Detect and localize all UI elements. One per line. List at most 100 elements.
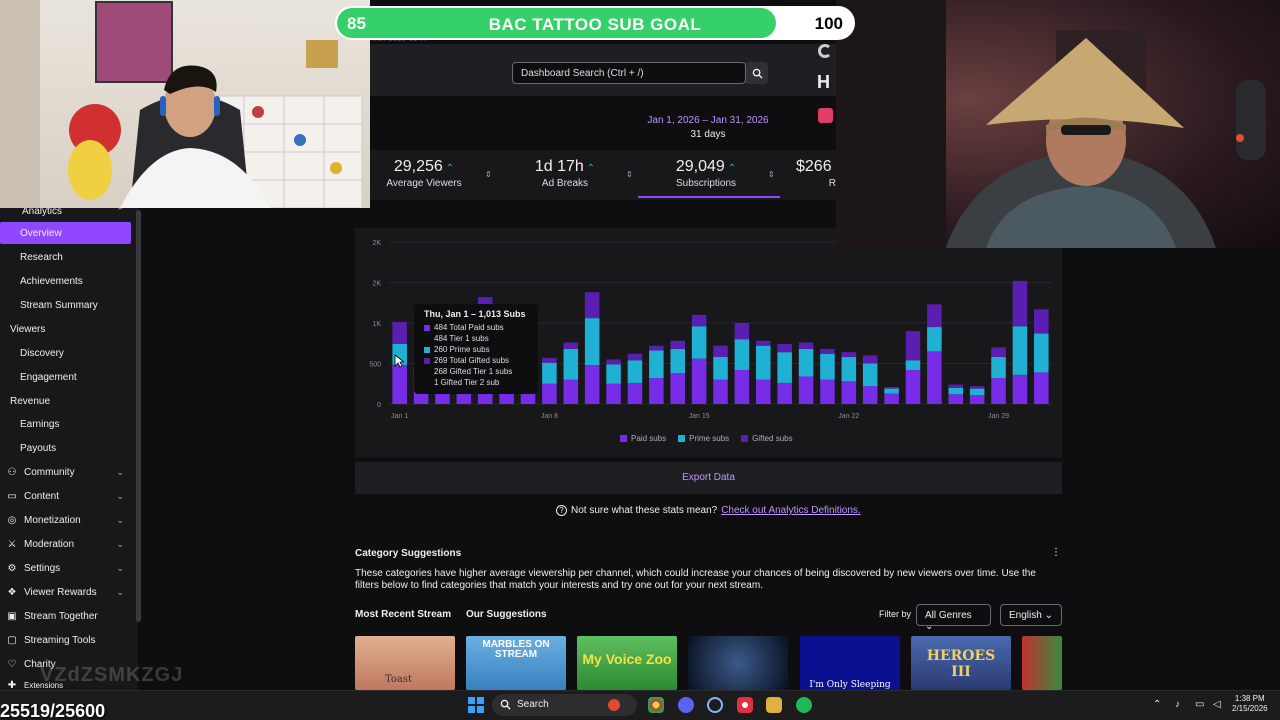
discord-icon[interactable] xyxy=(678,697,694,713)
tab-our-suggestions[interactable]: Our Suggestions xyxy=(466,609,547,620)
bar-segment[interactable] xyxy=(948,394,964,404)
bar-segment[interactable] xyxy=(927,327,942,352)
notification-icon[interactable] xyxy=(818,108,833,123)
genre-select[interactable]: All Genres ⌄ xyxy=(916,604,991,632)
bar-segment[interactable] xyxy=(627,353,643,361)
bar-segment[interactable] xyxy=(649,350,664,379)
sidebar-item-overview[interactable]: Overview xyxy=(0,222,131,244)
bar-segment[interactable] xyxy=(606,359,621,365)
bar-segment[interactable] xyxy=(563,348,579,380)
category-thumb-marbles[interactable]: MARBLES ON STREAM xyxy=(466,636,566,690)
bar-segment[interactable] xyxy=(927,304,942,328)
bar-segment[interactable] xyxy=(713,379,728,404)
bar-segment[interactable] xyxy=(948,387,964,395)
bar-segment[interactable] xyxy=(584,318,600,366)
bar-segment[interactable] xyxy=(820,348,835,354)
folder-icon[interactable] xyxy=(766,697,782,713)
date-range[interactable]: Jan 1, 2026 – Jan 31, 2026 xyxy=(640,115,776,126)
bar-segment[interactable] xyxy=(606,383,621,404)
bar-segment[interactable] xyxy=(756,345,771,380)
sidebar-scrollbar[interactable] xyxy=(136,210,141,622)
bar-segment[interactable] xyxy=(734,339,750,370)
bar-segment[interactable] xyxy=(884,386,899,389)
bar-segment[interactable] xyxy=(606,364,621,384)
bar-segment[interactable] xyxy=(991,357,1006,379)
creator-icon[interactable] xyxy=(818,44,832,58)
bar-segment[interactable] xyxy=(649,378,664,404)
dashboard-search-input[interactable]: Dashboard Search (Ctrl + /) xyxy=(512,62,746,84)
stat-average-viewers[interactable]: 29,256 ⌃ Average Viewers xyxy=(364,158,484,189)
bar-segment[interactable] xyxy=(713,357,728,380)
bar-segment[interactable] xyxy=(884,393,899,404)
bar-segment[interactable] xyxy=(627,382,643,404)
bar-segment[interactable] xyxy=(563,379,579,404)
bar-segment[interactable] xyxy=(649,345,664,351)
category-thumb-eye[interactable] xyxy=(688,636,788,690)
bar-segment[interactable] xyxy=(756,340,771,346)
bar-segment[interactable] xyxy=(905,360,921,370)
bar-segment[interactable] xyxy=(777,352,792,383)
display-icon[interactable]: ▭ xyxy=(1195,699,1204,710)
bar-segment[interactable] xyxy=(670,373,685,404)
bar-segment[interactable] xyxy=(820,353,835,380)
spotify-icon[interactable] xyxy=(796,697,812,713)
bar-segment[interactable] xyxy=(542,357,557,363)
bar-segment[interactable] xyxy=(862,363,878,387)
bar-segment[interactable] xyxy=(798,376,814,404)
bar-segment[interactable] xyxy=(927,351,942,404)
stat-subscriptions[interactable]: 29,049 ⌃ Subscriptions xyxy=(646,158,766,189)
bar-segment[interactable] xyxy=(756,379,771,404)
tab-most-recent-stream[interactable]: Most Recent Stream xyxy=(355,609,451,620)
bar-segment[interactable] xyxy=(862,386,878,404)
definitions-link[interactable]: Check out Analytics Definitions. xyxy=(721,505,861,516)
bar-segment[interactable] xyxy=(691,358,707,404)
bar-segment[interactable] xyxy=(841,381,857,404)
category-thumb-only-sleeping[interactable]: I'm Only Sleeping xyxy=(800,636,900,690)
bar-segment[interactable] xyxy=(734,369,750,404)
more-options-icon[interactable]: ⋮ xyxy=(1051,547,1061,558)
bar-segment[interactable] xyxy=(542,362,557,384)
taskbar-clock[interactable]: 1:38 PM 2/15/2026 xyxy=(1232,694,1268,714)
bar-segment[interactable] xyxy=(691,314,707,327)
sidebar-item-streaming-tools[interactable]: ▢ Streaming Tools xyxy=(0,629,132,651)
bar-segment[interactable] xyxy=(1012,280,1028,327)
sort-icon[interactable]: ⇕ xyxy=(626,170,633,179)
bar-segment[interactable] xyxy=(969,395,985,404)
bar-segment[interactable] xyxy=(841,357,857,382)
bar-segment[interactable] xyxy=(905,331,921,361)
legend-paid[interactable]: Paid subs xyxy=(620,434,666,443)
app-icon[interactable] xyxy=(707,697,723,713)
bar-segment[interactable] xyxy=(1034,309,1049,334)
sidebar-item-payouts[interactable]: Payouts xyxy=(0,437,132,459)
obs-icon[interactable] xyxy=(737,697,753,713)
bar-segment[interactable] xyxy=(969,386,985,389)
microphone-icon[interactable]: ♪ xyxy=(1175,699,1180,710)
sidebar-item-settings[interactable]: ⚙ Settings ⌄ xyxy=(0,557,132,579)
bar-segment[interactable] xyxy=(563,342,579,349)
bar-segment[interactable] xyxy=(991,347,1006,358)
stat-ad-breaks[interactable]: 1d 17h ⌃ Ad Breaks xyxy=(505,158,625,189)
search-button[interactable] xyxy=(746,62,768,84)
sidebar-item-community[interactable]: ⚇ Community ⌄ xyxy=(0,461,132,483)
sidebar-item-monetization[interactable]: ◎ Monetization ⌄ xyxy=(0,509,132,531)
sidebar-item-research[interactable]: Research xyxy=(0,246,132,268)
bar-segment[interactable] xyxy=(820,379,835,404)
bar-segment[interactable] xyxy=(905,369,921,404)
bar-segment[interactable] xyxy=(948,384,964,388)
bar-segment[interactable] xyxy=(841,352,857,358)
bar-segment[interactable] xyxy=(584,292,600,319)
category-thumb-toast[interactable]: Toast xyxy=(355,636,455,690)
bar-segment[interactable] xyxy=(798,348,814,377)
bar-segment[interactable] xyxy=(777,344,792,353)
bar-segment[interactable] xyxy=(991,378,1006,404)
sidebar-item-achievements[interactable]: Achievements xyxy=(0,270,132,292)
language-select[interactable]: English ⌄ xyxy=(1000,604,1062,626)
legend-gifted[interactable]: Gifted subs xyxy=(741,434,793,443)
bar-segment[interactable] xyxy=(392,364,407,404)
bar-segment[interactable] xyxy=(691,326,707,359)
sidebar-item-engagement[interactable]: Engagement xyxy=(0,366,132,388)
bar-segment[interactable] xyxy=(584,365,600,404)
category-thumb-partial[interactable] xyxy=(1022,636,1062,690)
export-data-button[interactable]: Export Data xyxy=(355,462,1062,494)
category-thumb-my-voice-zoo[interactable]: My Voice Zoo xyxy=(577,636,677,690)
